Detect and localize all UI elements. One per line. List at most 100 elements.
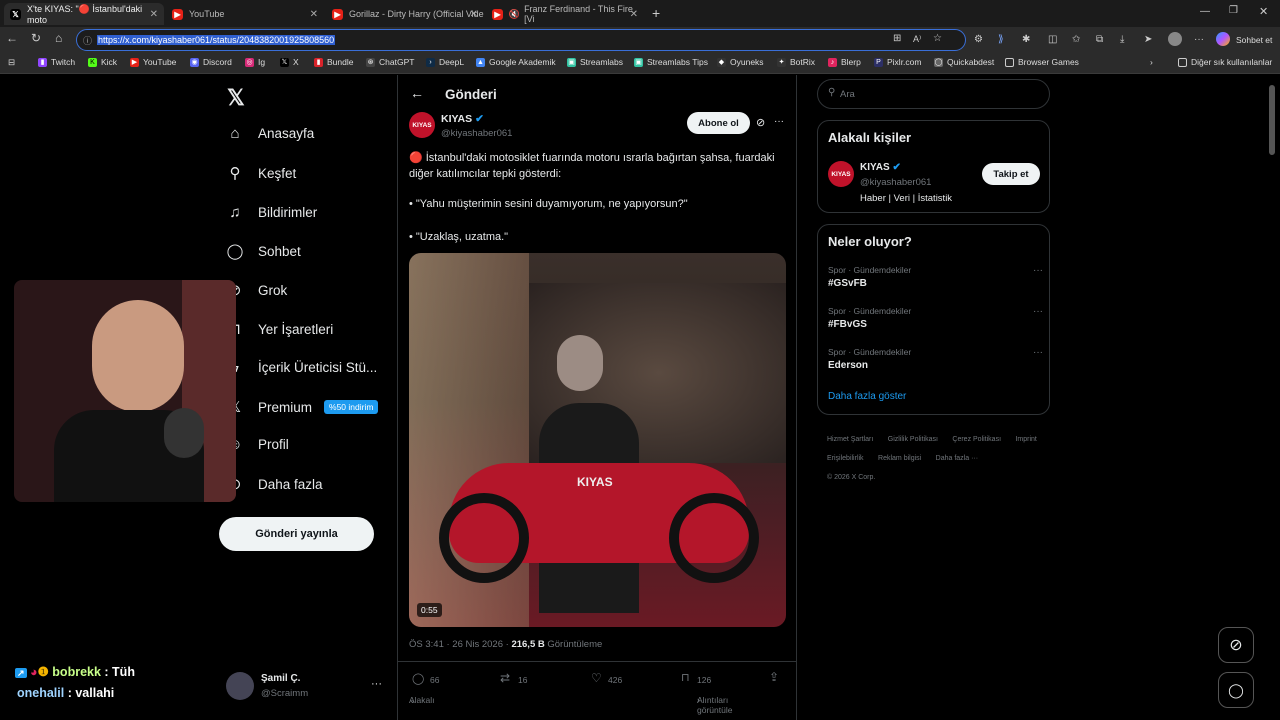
- related-name[interactable]: KIYAS ✔: [860, 162, 901, 173]
- footer-link[interactable]: Gizlilik Politikası: [888, 432, 938, 448]
- account-name[interactable]: Şamil Ç.: [261, 673, 300, 684]
- bookmark-deepl[interactable]: › DeepL: [426, 57, 464, 67]
- bookmark-twitch[interactable]: ▮ Twitch: [38, 57, 75, 67]
- x-logo-icon[interactable]: 𝕏: [227, 85, 245, 111]
- read-aloud-icon[interactable]: A⁾: [913, 34, 921, 45]
- bookmark-instagram[interactable]: ◎ Ig: [245, 57, 265, 67]
- downloads-icon[interactable]: ⤓: [1120, 34, 1124, 45]
- extension-icon[interactable]: ⟫: [998, 34, 1004, 45]
- bookmark-bundle[interactable]: ▮ Bundle: [314, 57, 353, 67]
- like-heart-icon[interactable]: ♡: [591, 671, 602, 685]
- nav-explore[interactable]: ⚲ Keşfet: [226, 164, 297, 182]
- bookmark-botrix[interactable]: ✦ BotRix: [777, 57, 815, 67]
- scrollbar-thumb[interactable]: [1269, 85, 1275, 155]
- footer-link[interactable]: Reklam bilgisi: [878, 451, 921, 467]
- trend-more-icon[interactable]: ···: [1033, 347, 1043, 358]
- close-icon[interactable]: ✕: [630, 9, 638, 20]
- related-avatar[interactable]: KIYAS: [828, 161, 854, 187]
- account-more-icon[interactable]: ···: [371, 678, 382, 690]
- footer-link[interactable]: Hizmet Şartları: [827, 432, 873, 448]
- tab-franz-ferdinand[interactable]: ▶ 🔇 Franz Ferdinand - This Fire [Vi ✕: [486, 3, 644, 25]
- favorites-icon[interactable]: ✩: [1072, 34, 1080, 45]
- collections-icon[interactable]: ⧉: [1096, 34, 1103, 45]
- show-more-link[interactable]: Daha fazla göster: [828, 391, 906, 402]
- close-icon[interactable]: ✕: [150, 9, 158, 20]
- post-video[interactable]: KIYAS 0:55: [409, 253, 786, 627]
- footer-link[interactable]: Erişilebilirlik: [827, 451, 864, 467]
- footer-link[interactable]: Çerez Politikası: [952, 432, 1001, 448]
- bookmark-chatgpt[interactable]: ⊛ ChatGPT: [366, 57, 414, 67]
- close-window-button[interactable]: ✕: [1259, 5, 1268, 18]
- bookmark-icon[interactable]: ⊓: [681, 671, 690, 684]
- profile-avatar[interactable]: [1168, 32, 1182, 46]
- search-input[interactable]: ⚲ Ara: [817, 79, 1050, 109]
- footer-link[interactable]: Imprint: [1015, 432, 1036, 448]
- view-quotes-link[interactable]: Alıntıları görüntüle ›: [697, 695, 732, 715]
- url-input[interactable]: ⓘ https://x.com/kiyashaber061/status/204…: [76, 29, 966, 51]
- minimize-button[interactable]: —: [1200, 6, 1210, 17]
- other-bookmarks-folder[interactable]: Diğer sık kullanılanlar: [1178, 57, 1272, 67]
- grok-explain-icon[interactable]: ⊘: [756, 116, 765, 129]
- subscribe-button[interactable]: Abone ol: [687, 112, 750, 134]
- trend-item[interactable]: Spor · Gündemdekiler #GSvFB ···: [828, 265, 1043, 289]
- author-name[interactable]: KIYAS ✔: [441, 113, 484, 125]
- site-info-icon[interactable]: ⓘ: [83, 34, 92, 47]
- bookmark-streamlabs-tips[interactable]: ▣ Streamlabs Tips: [634, 57, 708, 67]
- trend-item[interactable]: Spor · Gündemdekiler #FBvGS ···: [828, 306, 1043, 330]
- nav-creator-studio[interactable]: ϟİçerik Üreticisi Stü...: [226, 359, 377, 376]
- post-more-icon[interactable]: ···: [774, 116, 784, 127]
- bookmark-quickabdest[interactable]: ◯ Quickabdest: [934, 57, 994, 67]
- share-icon[interactable]: ⇪: [769, 670, 779, 684]
- bookmark-discord[interactable]: ◉ Discord: [190, 57, 232, 67]
- trend-more-icon[interactable]: ···: [1033, 306, 1043, 317]
- trend-item[interactable]: Spor · Gündemdekiler Ederson ···: [828, 347, 1043, 371]
- tab-x-post[interactable]: 𝕏 X'te KIYAS: "🔴 İstanbul'daki moto ✕: [4, 3, 164, 25]
- restore-button[interactable]: ❐: [1229, 5, 1238, 16]
- bookmark-google-akademik[interactable]: ▲ Google Akademik: [476, 57, 556, 67]
- bookmark-kick[interactable]: K Kick: [88, 57, 117, 67]
- back-icon[interactable]: ←: [6, 31, 18, 45]
- copilot-icon[interactable]: [1216, 32, 1230, 46]
- chevron-right-icon[interactable]: ›: [1150, 57, 1153, 67]
- reload-icon[interactable]: ↻: [31, 31, 41, 45]
- nav-chat[interactable]: ◯ Sohbet: [226, 242, 301, 260]
- back-arrow-icon[interactable]: ←: [410, 85, 424, 101]
- nav-bookmarks[interactable]: ⊓Yer İşaretleri: [226, 320, 333, 338]
- share-icon[interactable]: ➤: [1144, 34, 1152, 45]
- tab-youtube[interactable]: ▶ YouTube ✕: [166, 3, 324, 25]
- bookmark-oyuneks[interactable]: ◆ Oyuneks: [717, 57, 764, 67]
- follow-button[interactable]: Takip et: [982, 163, 1040, 185]
- footer-link[interactable]: Daha fazla ···: [936, 451, 978, 467]
- grok-float-button[interactable]: ⊘: [1218, 627, 1254, 663]
- nav-home[interactable]: ⌂ Anasayfa: [226, 125, 314, 142]
- nav-notifications[interactable]: ♫ Bildirimler: [226, 204, 317, 221]
- bookmark-x[interactable]: 𝕏X: [280, 57, 299, 67]
- reply-icon[interactable]: ◯: [412, 672, 424, 685]
- bookmark-pixlr[interactable]: P Pixlr.com: [874, 57, 921, 67]
- split-screen-icon[interactable]: ◫: [1048, 34, 1057, 45]
- account-avatar[interactable]: [226, 672, 254, 700]
- copilot-label[interactable]: Sohbet et: [1236, 35, 1272, 45]
- bookmark-blerp[interactable]: ♪ Blerp: [828, 57, 861, 67]
- post-button[interactable]: Gönderi yayınla: [219, 517, 374, 551]
- new-tab-button[interactable]: +: [652, 5, 660, 21]
- extensions-puzzle-icon[interactable]: ✱: [1022, 34, 1030, 45]
- repost-icon[interactable]: ⇄: [500, 671, 510, 685]
- bookmark-streamlabs[interactable]: ▣ Streamlabs: [567, 57, 623, 67]
- author-avatar[interactable]: KIYAS: [409, 112, 435, 138]
- author-handle[interactable]: @kiyashaber061: [441, 128, 512, 139]
- tab-gorillaz[interactable]: ▶ Gorillaz - Dirty Harry (Official Vide …: [326, 3, 484, 25]
- extension-icon[interactable]: ⚙: [974, 34, 983, 45]
- bookmark-browser-games[interactable]: Browser Games: [1005, 57, 1079, 67]
- nav-premium[interactable]: 𝕏Premium %50 indirim: [226, 398, 379, 416]
- app-available-icon[interactable]: ⊞: [893, 33, 901, 44]
- more-menu-icon[interactable]: ···: [1194, 34, 1204, 45]
- chat-float-button[interactable]: ◯: [1218, 672, 1254, 708]
- bookmark-youtube[interactable]: ▶ YouTube: [130, 57, 176, 67]
- close-icon[interactable]: ✕: [470, 9, 478, 20]
- close-icon[interactable]: ✕: [310, 9, 318, 20]
- muted-speaker-icon[interactable]: 🔇: [509, 9, 520, 20]
- home-icon[interactable]: ⌂: [55, 31, 62, 45]
- post-timestamp[interactable]: ÖS 3:41 · 26 Nis 2026 ·: [409, 639, 511, 650]
- reading-list-icon[interactable]: ⊟: [8, 57, 15, 68]
